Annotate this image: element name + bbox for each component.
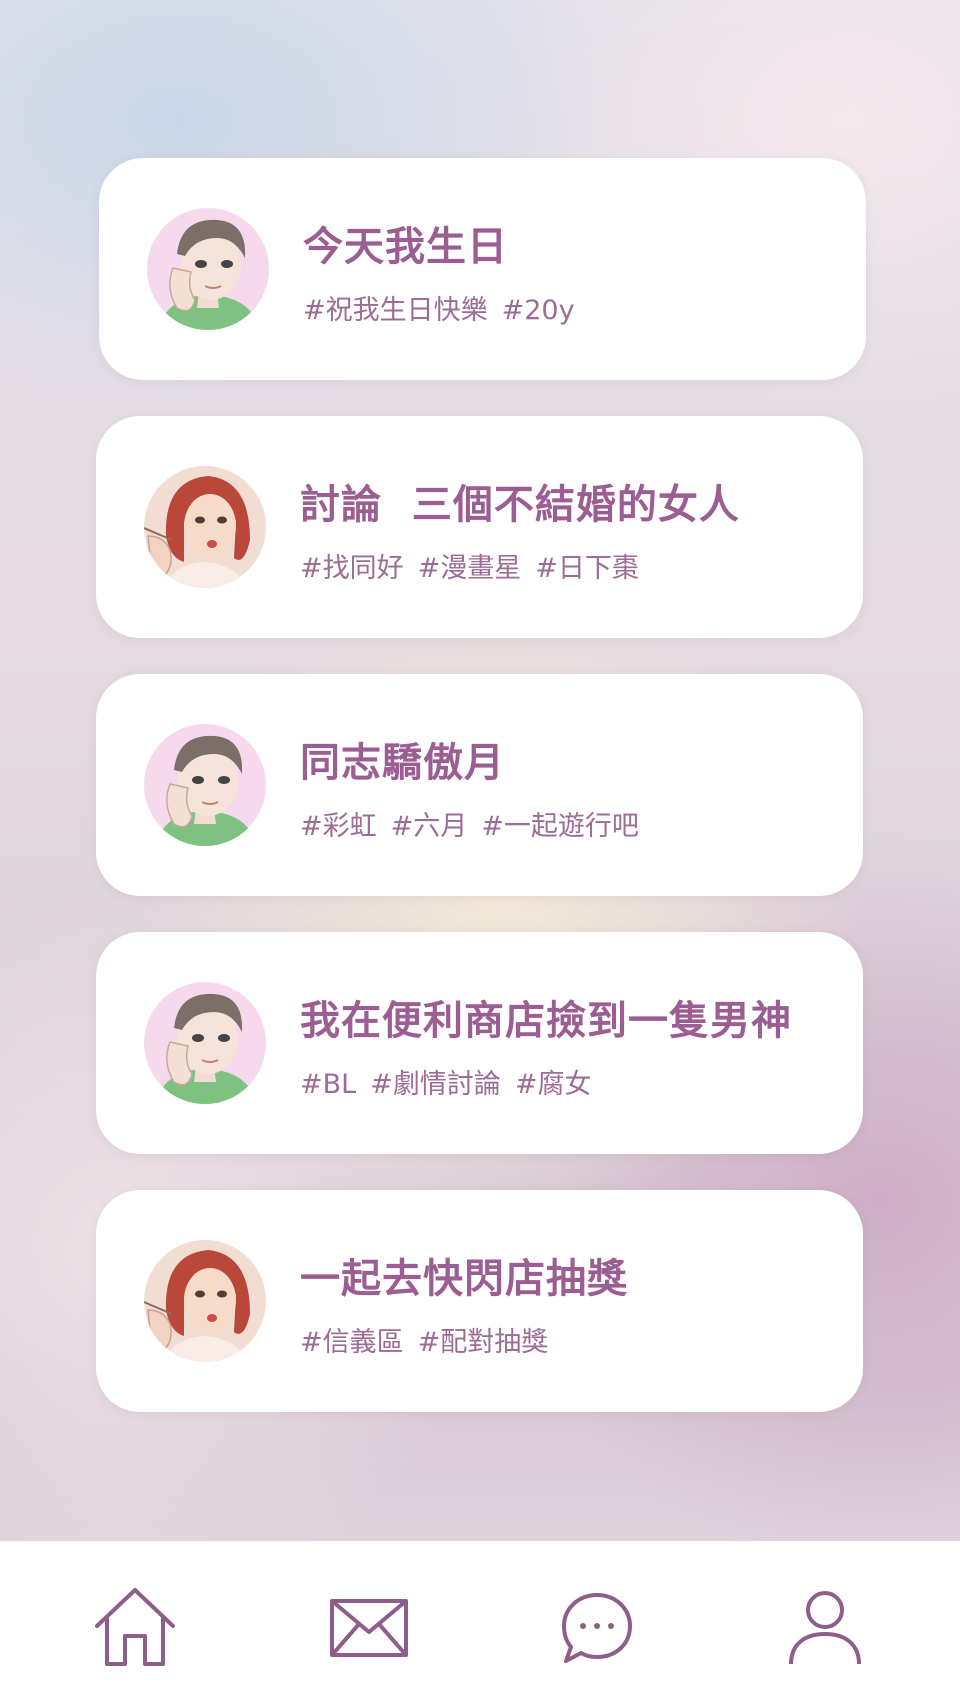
post-title: 討論 三個不結婚的女人 [300,482,740,528]
tag-link[interactable]: #日下棗 [535,553,639,584]
tag-link[interactable]: #BL [300,1069,356,1100]
post-card[interactable]: 討論 三個不結婚的女人 #找同好 #漫畫星 #日下棗 [96,416,863,638]
mail-icon [330,1599,408,1657]
post-card[interactable]: 一起去快閃店抽獎 #信義區 #配對抽獎 [96,1190,863,1412]
tab-messages[interactable] [324,1583,414,1673]
profile-icon [789,1591,861,1665]
tab-profile[interactable] [780,1583,870,1673]
post-tags: #信義區 #配對抽獎 [300,1320,562,1359]
post-title: 同志驕傲月 [300,740,505,786]
chat-icon [562,1593,632,1663]
tag-link[interactable]: #配對抽獎 [418,1327,549,1358]
post-title: 今天我生日 [303,224,508,270]
post-title: 一起去快閃店抽獎 [300,1256,628,1302]
home-icon [95,1588,175,1666]
tab-home[interactable] [90,1583,180,1673]
post-card[interactable]: 我在便利商店撿到一隻男神 #BL #劇情討論 #腐女 [96,932,863,1154]
post-tags: #祝我生日快樂 #20y [303,288,589,327]
female-avatar-icon[interactable] [144,1240,266,1362]
post-tags: #BL #劇情討論 #腐女 [300,1062,605,1101]
male-avatar-icon[interactable] [144,724,266,846]
tag-link[interactable]: #漫畫星 [418,553,522,584]
male-avatar-icon[interactable] [147,208,269,330]
tag-link[interactable]: #六月 [391,811,468,842]
tag-link[interactable]: #一起遊行吧 [481,811,639,842]
female-avatar-icon[interactable] [144,466,266,588]
male-avatar-icon[interactable] [144,982,266,1104]
post-tags: #彩虹 #六月 #一起遊行吧 [300,804,653,843]
tag-link[interactable]: #祝我生日快樂 [303,295,488,326]
post-tags: #找同好 #漫畫星 #日下棗 [300,546,653,585]
post-title: 我在便利商店撿到一隻男神 [300,998,792,1044]
tag-link[interactable]: #找同好 [300,553,404,584]
tag-link[interactable]: #腐女 [515,1069,592,1100]
post-card[interactable]: 同志驕傲月 #彩虹 #六月 #一起遊行吧 [96,674,863,896]
post-card[interactable]: 今天我生日 #祝我生日快樂 #20y [99,158,866,380]
tag-link[interactable]: #彩虹 [300,811,377,842]
tag-link[interactable]: #劇情討論 [370,1069,501,1100]
tab-chat[interactable] [552,1583,642,1673]
tag-link[interactable]: #20y [502,295,575,326]
tag-link[interactable]: #信義區 [300,1327,404,1358]
bottom-tab-bar [0,1541,960,1707]
